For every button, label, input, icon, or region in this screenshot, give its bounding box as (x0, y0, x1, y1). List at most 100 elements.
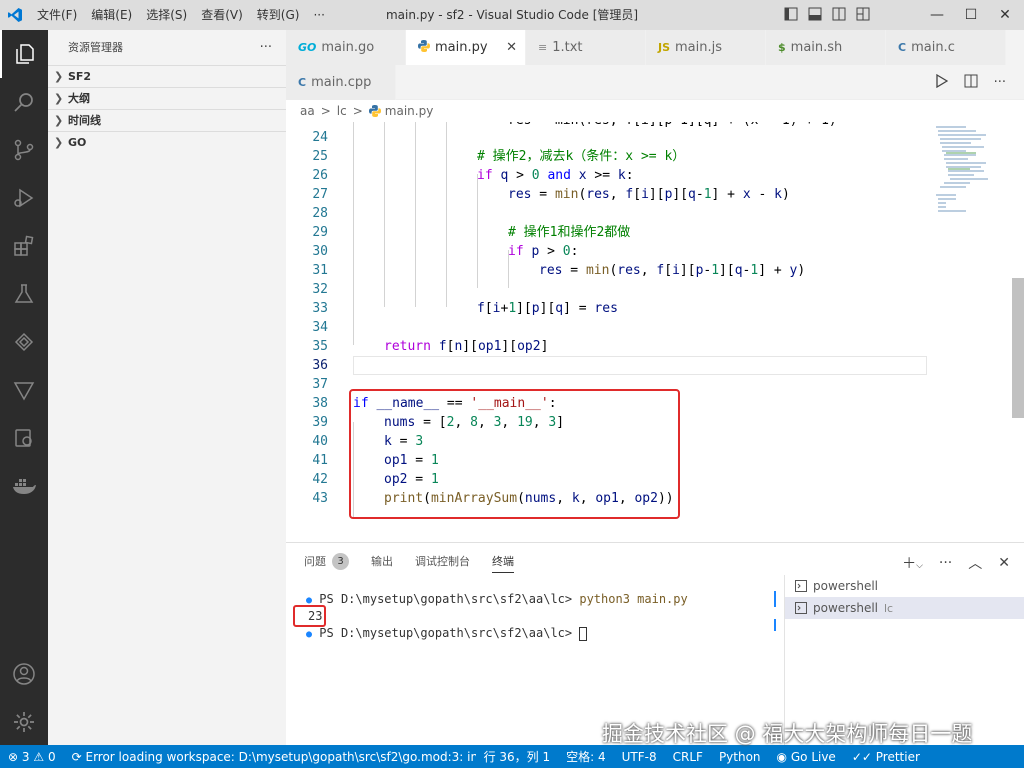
menu-view[interactable]: 查看(V) (194, 0, 250, 30)
section-outline[interactable]: ❯ 大纲 (48, 87, 286, 109)
explorer-sidebar: 资源管理器 ··· ❯ SF2 ❯ 大纲 ❯ 时间线 ❯ GO (48, 30, 286, 745)
language-mode[interactable]: Python (711, 750, 769, 764)
maximize-button[interactable]: ☐ (954, 0, 988, 30)
extensions-icon[interactable] (0, 222, 48, 270)
tab-label: main.py (435, 40, 488, 55)
split-editor-icon[interactable] (964, 74, 978, 91)
explorer-icon[interactable] (0, 30, 48, 78)
tab-label: 1.txt (552, 40, 583, 55)
c-file-icon: C (898, 41, 907, 54)
indent-guide (446, 122, 447, 307)
new-terminal-icon[interactable]: ＋⌵ (902, 553, 923, 573)
tab-main-go[interactable]: GO main.go (286, 30, 406, 65)
indentation[interactable]: 空格: 4 (558, 748, 614, 765)
terminal-marker (774, 591, 776, 607)
tab-main-c[interactable]: Cmain.c (886, 30, 1006, 65)
tab-main-js[interactable]: JS main.js (646, 30, 766, 65)
testing-icon[interactable] (0, 270, 48, 318)
menu-edit[interactable]: 编辑(E) (84, 0, 139, 30)
tab-main-sh[interactable]: $ main.sh (766, 30, 886, 65)
line-ending[interactable]: CRLF (665, 750, 711, 764)
toggle-panel-icon[interactable] (808, 7, 822, 24)
go-file-icon: GO (298, 41, 317, 54)
menu-file[interactable]: 文件(F) (30, 0, 84, 30)
manage-gear-icon[interactable] (0, 698, 48, 746)
chevron-right-icon: ❯ (54, 113, 64, 127)
cursor-position[interactable]: 行 36，列 1 (476, 748, 559, 765)
section-sf2[interactable]: ❯ SF2 (48, 65, 286, 87)
problems-status[interactable]: ⊗ 3 ⚠ 0 (0, 750, 64, 764)
code-line-35: return f[n][op1][op2] (384, 339, 549, 354)
close-panel-icon[interactable]: ✕ (998, 555, 1010, 571)
code-line-29: # 操作1和操作2都做 (508, 225, 631, 240)
menu-selection[interactable]: 选择(S) (139, 0, 194, 30)
explorer-header: 资源管理器 ··· (48, 30, 286, 65)
run-python-file-icon[interactable] (935, 73, 948, 91)
line-number: 28 (312, 206, 328, 221)
search-icon[interactable] (0, 78, 48, 126)
tab-terminal[interactable]: 终端 (492, 543, 514, 579)
tab-main-py[interactable]: main.py ✕ (406, 30, 526, 65)
menu-go[interactable]: 转到(G) (250, 0, 307, 30)
gitlens-icon[interactable] (0, 366, 48, 414)
tab-main-cpp[interactable]: Cmain.cpp (286, 65, 396, 100)
minimap[interactable] (926, 122, 1012, 542)
tab-problems[interactable]: 问题 3 (304, 543, 349, 579)
panel-tabs: 问题 3 输出 调试控制台 终端 ＋⌵ ··· ︿ ✕ (286, 543, 1024, 579)
editor-scrollbar[interactable] (1012, 278, 1024, 418)
customize-layout-icon[interactable] (856, 7, 870, 24)
tab-debug-console[interactable]: 调试控制台 (415, 543, 470, 579)
section-timeline[interactable]: ❯ 时间线 (48, 109, 286, 131)
status-message: Error loading workspace: D:\mysetup\gopa… (85, 749, 476, 764)
breadcrumb-aa[interactable]: aa (300, 104, 315, 118)
prettier-label: Prettier (875, 749, 920, 764)
explorer-more-button[interactable]: ··· (260, 30, 272, 65)
accounts-icon[interactable] (0, 650, 48, 698)
editor-tabs-row2: Cmain.cpp ··· (286, 65, 1024, 100)
terminal-icon (795, 580, 807, 592)
terminal-item[interactable]: powershell (785, 575, 1024, 597)
close-tab-icon[interactable]: ✕ (506, 40, 517, 55)
watermark: 掘金技术社区 @ 福大大架构师每日一题 (602, 722, 973, 746)
maximize-panel-icon[interactable]: ︿ (968, 553, 982, 573)
section-go[interactable]: ❯ GO (48, 131, 286, 153)
encoding[interactable]: UTF-8 (614, 750, 665, 764)
prettier-status[interactable]: ✓✓ Prettier (844, 750, 928, 764)
go-live-button[interactable]: ◉ Go Live (769, 750, 844, 764)
docker-icon[interactable] (0, 462, 48, 510)
code-line-33: f[i+1][p][q] = res (477, 301, 618, 316)
indent-guide (384, 122, 385, 307)
remote-explorer-icon[interactable] (0, 318, 48, 366)
workspace-error-status[interactable]: ⟳ Error loading workspace: D:\mysetup\go… (64, 750, 476, 764)
tab-label: main.cpp (311, 75, 372, 90)
line-number: 37 (312, 377, 328, 392)
source-control-icon[interactable] (0, 126, 48, 174)
sync-icon: ⟳ (71, 749, 82, 764)
terminal-label: powershell (813, 579, 878, 593)
vscode-logo-icon (0, 0, 30, 30)
breadcrumb-main-py[interactable]: main.py (385, 104, 434, 118)
code-highlight-box (349, 389, 680, 519)
indent-guide (477, 174, 478, 288)
minimize-button[interactable]: — (920, 0, 954, 30)
title-bar: 文件(F) 编辑(E) 选择(S) 查看(V) 转到(G) ··· main.p… (0, 0, 1024, 30)
close-window-button[interactable]: ✕ (988, 0, 1022, 30)
run-debug-icon[interactable] (0, 174, 48, 222)
code-line-30: if p > 0: (508, 244, 579, 259)
toggle-sidebar-icon[interactable] (784, 7, 798, 24)
warning-icon: ⚠ (33, 749, 45, 764)
line-number: 39 (312, 415, 328, 430)
toggle-secondary-sidebar-icon[interactable] (832, 7, 846, 24)
tab-output[interactable]: 输出 (371, 543, 393, 579)
explorer-title: 资源管理器 (68, 41, 123, 54)
tab-1-txt[interactable]: ≡ 1.txt (526, 30, 646, 65)
terminal-more-icon[interactable]: ··· (939, 555, 952, 571)
remote-containers-icon[interactable] (0, 414, 48, 462)
terminal-command: python3 main.py (579, 592, 688, 606)
editor-tabs: GO main.go main.py ✕ ≡ 1.txt JS main.js $ mai… (286, 30, 1024, 65)
terminal-item-selected[interactable]: powershell lc (785, 597, 1024, 619)
error-icon: ⊗ (8, 749, 19, 764)
breadcrumb-lc[interactable]: lc (337, 104, 347, 118)
more-actions-icon[interactable]: ··· (994, 75, 1006, 90)
menu-more[interactable]: ··· (306, 0, 331, 30)
